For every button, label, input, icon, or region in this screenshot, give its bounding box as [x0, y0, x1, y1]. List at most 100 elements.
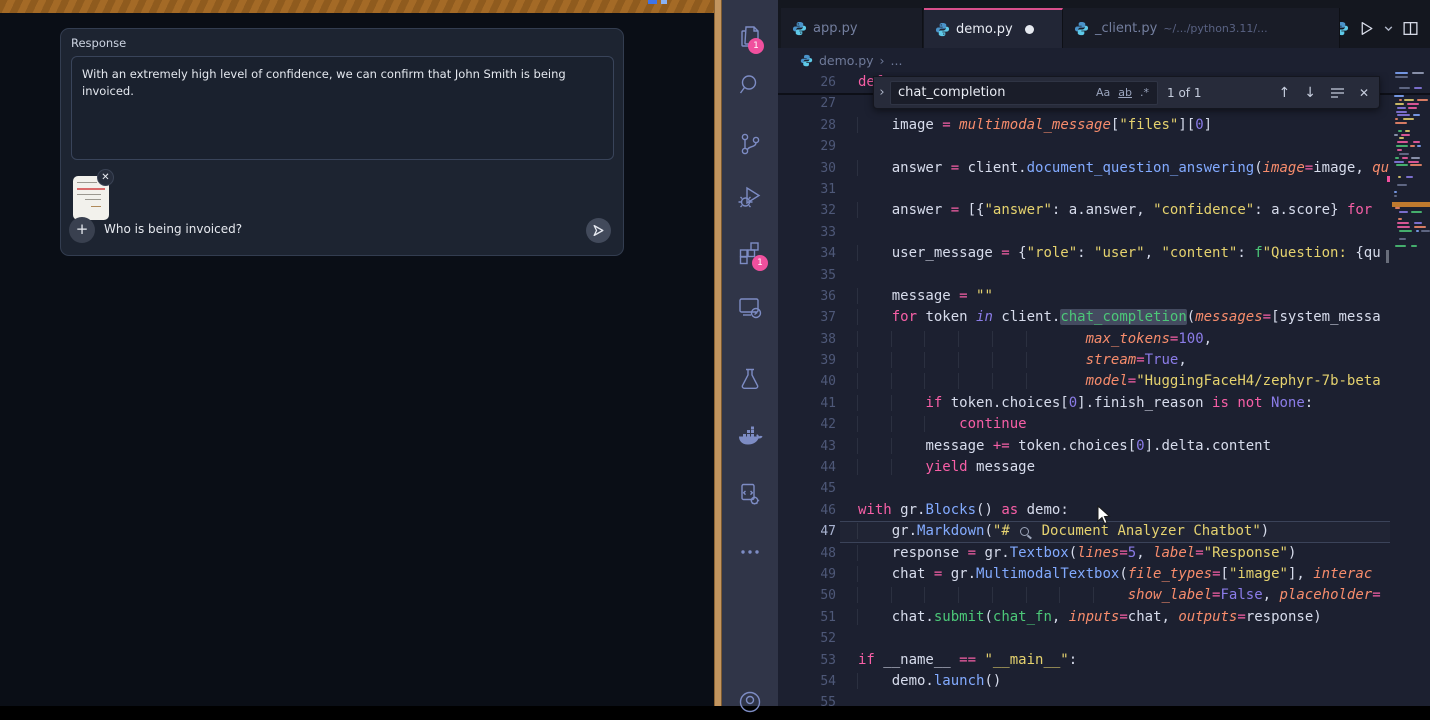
code-line-39[interactable]: 39 stream=True,	[778, 350, 1430, 371]
vscode-window: 1 1	[722, 0, 1430, 706]
line-number: 26	[778, 72, 836, 93]
line-number: 50	[778, 585, 836, 606]
clipped-python-icon	[1340, 21, 1350, 36]
find-close-button[interactable]: ✕	[1359, 86, 1369, 100]
window-divider[interactable]	[714, 0, 722, 706]
line-number: 51	[778, 607, 836, 628]
minimap[interactable]	[1392, 60, 1430, 250]
activity-bar: 1 1	[722, 0, 778, 706]
remote-explorer-icon[interactable]	[736, 293, 764, 321]
run-debug-icon[interactable]	[736, 183, 764, 211]
python-icon	[935, 22, 950, 37]
mouse-cursor	[1096, 505, 1111, 526]
breadcrumb-symbol[interactable]: ...	[891, 53, 903, 68]
code-editor[interactable]: 26def2728 image = multimodal_message["fi…	[778, 72, 1430, 706]
editor-actions	[1340, 8, 1430, 48]
extensions-badge: 1	[752, 255, 768, 271]
add-file-button[interactable]: +	[69, 217, 95, 243]
code-line-54[interactable]: 54 demo.launch()	[778, 671, 1430, 692]
line-number: 44	[778, 457, 836, 478]
test-beaker-icon[interactable]	[736, 365, 764, 393]
line-number: 27	[778, 93, 836, 114]
run-python-file-button[interactable]	[1358, 20, 1375, 37]
line-number: 54	[778, 671, 836, 692]
docker-icon[interactable]	[736, 423, 764, 451]
tab-demo-py[interactable]: demo.py	[924, 8, 1063, 48]
code-line-49[interactable]: 49 chat = gr.MultimodalTextbox(file_type…	[778, 564, 1430, 585]
breadcrumb[interactable]: demo.py › ...	[778, 48, 1430, 72]
code-line-42[interactable]: 42 continue	[778, 414, 1430, 435]
magnifier-emoji	[1020, 527, 1029, 536]
line-number: 35	[778, 265, 836, 286]
find-in-selection-button[interactable]	[1330, 87, 1345, 99]
line-number: 39	[778, 350, 836, 371]
code-line-53[interactable]: 53if __name__ == "__main__":	[778, 650, 1430, 671]
code-line-55[interactable]: 55	[778, 692, 1430, 706]
code-line-48[interactable]: 48 response = gr.Textbox(lines=5, label=…	[778, 543, 1430, 564]
line-number: 37	[778, 307, 836, 328]
regex-toggle[interactable]: .*	[1136, 86, 1153, 99]
code-line-45[interactable]: 45	[778, 478, 1430, 499]
send-arrow-icon	[592, 224, 605, 237]
unsaved-dot[interactable]	[1025, 25, 1034, 34]
code-line-35[interactable]: 35	[778, 265, 1430, 286]
code-line-43[interactable]: 43 message += token.choices[0].delta.con…	[778, 436, 1430, 457]
code-line-34[interactable]: 34 user_message = {"role": "user", "cont…	[778, 243, 1430, 264]
run-dropdown-chevron[interactable]	[1383, 23, 1394, 34]
tab-client-py[interactable]: _client.py ~/.../python3.11/...	[1063, 8, 1340, 48]
tab-label: _client.py	[1095, 21, 1157, 36]
code-line-32[interactable]: 32 answer = [{"answer": a.answer, "confi…	[778, 200, 1430, 221]
more-views-icon[interactable]	[736, 541, 764, 569]
code-line-38[interactable]: 38 max_tokens=100,	[778, 329, 1430, 350]
line-number: 36	[778, 286, 836, 307]
toggle-replace-chevron[interactable]: ›	[874, 85, 890, 100]
line-number: 52	[778, 628, 836, 649]
code-line-28[interactable]: 28 image = multimodal_message["files"][0…	[778, 115, 1430, 136]
code-line-44[interactable]: 44 yield message	[778, 457, 1430, 478]
top-bar-speck	[661, 0, 667, 4]
code-line-37[interactable]: 37 for token in client.chat_completion(m…	[778, 307, 1430, 328]
code-line-36[interactable]: 36 message = ""	[778, 286, 1430, 307]
line-number: 30	[778, 158, 836, 179]
tab-label: app.py	[813, 21, 858, 36]
find-widget: › Aa ab .* 1 of 1 ↑ ↓ ✕	[873, 76, 1380, 109]
search-icon[interactable]	[736, 71, 764, 99]
find-next-button[interactable]: ↓	[1304, 85, 1316, 101]
account-icon[interactable]	[736, 688, 764, 716]
line-number: 55	[778, 692, 836, 706]
chat-card: Response With an extremely high level of…	[60, 28, 624, 256]
match-case-toggle[interactable]: Aa	[1092, 86, 1114, 99]
find-input-box: Aa ab .*	[890, 81, 1158, 105]
code-line-51[interactable]: 51 chat.submit(chat_fn, inputs=chat, out…	[778, 607, 1430, 628]
code-line-41[interactable]: 41 if token.choices[0].finish_reason is …	[778, 393, 1430, 414]
line-number: 48	[778, 543, 836, 564]
code-line-52[interactable]: 52	[778, 628, 1430, 649]
gradio-app-pane: Response With an extremely high level of…	[0, 0, 714, 706]
scrollbar-slider[interactable]	[1386, 250, 1389, 263]
remove-image-button[interactable]: ✕	[97, 169, 114, 186]
response-textarea[interactable]: With an extremely high level of confiden…	[71, 56, 614, 160]
line-number: 47	[778, 521, 836, 542]
dev-container-config-icon[interactable]	[736, 480, 764, 508]
code-line-31[interactable]: 31	[778, 179, 1430, 200]
code-line-30[interactable]: 30 answer = client.document_question_ans…	[778, 158, 1430, 179]
line-number: 42	[778, 414, 836, 435]
send-button[interactable]	[586, 218, 611, 243]
whole-word-toggle[interactable]: ab	[1114, 86, 1136, 99]
chat-input[interactable]: Who is being invoiced?	[104, 222, 242, 236]
source-control-icon[interactable]	[736, 130, 764, 158]
line-number: 40	[778, 371, 836, 392]
split-editor-button[interactable]	[1402, 20, 1419, 37]
code-line-50[interactable]: 50 show_label=False, placeholder=	[778, 585, 1430, 606]
code-line-29[interactable]: 29	[778, 136, 1430, 157]
line-number: 45	[778, 478, 836, 499]
find-input[interactable]	[898, 85, 1092, 100]
code-line-33[interactable]: 33	[778, 222, 1430, 243]
breadcrumb-file[interactable]: demo.py	[819, 53, 874, 68]
editor-tab-bar: app.py demo.py _client.py ~/.../python3.…	[778, 0, 1430, 48]
tab-app-py[interactable]: app.py	[781, 8, 923, 48]
chat-input-row: + Who is being invoiced?	[61, 215, 623, 245]
code-line-40[interactable]: 40 model="HuggingFaceH4/zephyr-7b-beta	[778, 371, 1430, 392]
line-number: 38	[778, 329, 836, 350]
find-previous-button[interactable]: ↑	[1278, 85, 1290, 101]
